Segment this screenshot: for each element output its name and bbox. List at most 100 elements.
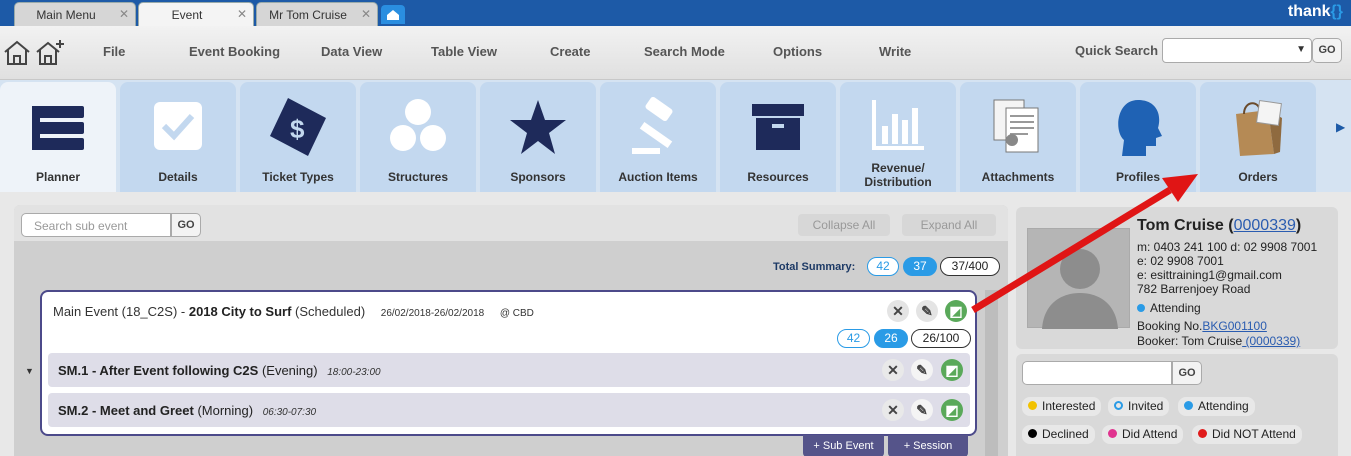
main-event-dates: 26/02/2018-26/02/2018 (380, 308, 485, 319)
add-sub-event-button[interactable]: + Sub Event (803, 435, 884, 456)
menu-create[interactable]: Create (550, 44, 590, 59)
open-icon[interactable]: ◩ (941, 399, 963, 421)
menu-options[interactable]: Options (773, 44, 822, 59)
filter-interested[interactable]: Interested (1022, 397, 1102, 416)
delete-icon[interactable]: ✕ (887, 300, 909, 322)
ribbon-label-line1: Revenue/ (871, 161, 925, 175)
status-dot-icon (1184, 401, 1193, 410)
expand-caret-icon[interactable]: ▼ (25, 366, 34, 376)
menu-table-view[interactable]: Table View (431, 44, 497, 59)
main-event-title[interactable]: Main Event (18_C2S) - 2018 City to Surf … (53, 304, 534, 319)
status-dot-icon (1108, 429, 1117, 438)
sub-event-search-input[interactable]: Search sub event (21, 213, 171, 237)
edit-pencil-icon[interactable]: ✎ (916, 300, 938, 322)
home-tab[interactable] (381, 5, 405, 24)
ribbon-sponsors[interactable]: Sponsors (480, 82, 596, 192)
ribbon-planner[interactable]: Planner (0, 82, 116, 192)
edit-pencil-icon[interactable]: ✎ (911, 359, 933, 381)
scrollbar[interactable] (985, 290, 998, 456)
close-icon[interactable]: ✕ (119, 7, 129, 21)
ribbon-revenue-distribution[interactable]: Revenue/Distribution (840, 82, 956, 192)
filter-attending[interactable]: Attending (1178, 397, 1255, 416)
ribbon-orders[interactable]: Orders (1200, 82, 1316, 192)
tab-event[interactable]: Event ✕ (138, 2, 254, 26)
ribbon-auction-items[interactable]: Auction Items (600, 82, 716, 192)
sub-event-name: After Event following C2S (99, 363, 259, 378)
main-event-status: (Scheduled) (291, 304, 366, 319)
chip-label: Interested (1042, 399, 1096, 413)
filter-did-attend[interactable]: Did Attend (1102, 425, 1184, 444)
profile-address: 782 Barrenjoey Road (1137, 282, 1251, 296)
delete-icon[interactable]: ✕ (882, 359, 904, 381)
profile-panel: Tom Cruise (0000339) m: 0403 241 100 d: … (1016, 207, 1338, 349)
sub-event-row[interactable]: SM.2 - Meet and Greet (Morning) 06:30-07… (48, 393, 970, 427)
filter-go-button[interactable]: GO (1172, 361, 1202, 385)
filter-search-input[interactable] (1022, 361, 1172, 385)
home-icon[interactable] (2, 38, 32, 66)
ribbon-label: Auction Items (618, 170, 698, 184)
profile-id-link[interactable]: 0000339 (1234, 217, 1296, 234)
ribbon-label: Planner (35, 170, 80, 184)
menu-search-mode[interactable]: Search Mode (644, 44, 725, 59)
ribbon-label-line2: Distribution (864, 175, 932, 189)
sub-event-time: 18:00-23:00 (327, 367, 381, 378)
main-event-location: @ CBD (499, 308, 534, 319)
menu-file[interactable]: File (103, 44, 125, 59)
collapse-all-button[interactable]: Collapse All (798, 214, 890, 236)
ribbon-attachments[interactable]: Attachments (960, 82, 1076, 192)
quick-search-go-button[interactable]: GO (1312, 38, 1342, 63)
status-filter-panel: GO Interested Invited Attending Declined… (1016, 354, 1338, 456)
ribbon-ticket-types[interactable]: $ Ticket Types (240, 82, 356, 192)
ribbon-label: Structures (387, 170, 449, 184)
tab-main-menu[interactable]: Main Menu ✕ (14, 2, 136, 26)
filter-did-not-attend[interactable]: Did NOT Attend (1192, 425, 1302, 444)
avatar (1027, 228, 1130, 329)
delete-icon[interactable]: ✕ (882, 399, 904, 421)
quick-search-input[interactable]: ▼ (1162, 38, 1312, 63)
edit-pencil-icon[interactable]: ✎ (911, 399, 933, 421)
chip-label: Declined (1042, 427, 1089, 441)
chevron-right-icon[interactable]: ▶ (1336, 120, 1345, 134)
status-ring-icon (1114, 401, 1123, 410)
chevron-down-icon[interactable]: ▼ (1296, 44, 1306, 55)
total-count-interested: 42 (867, 257, 899, 276)
expand-all-button[interactable]: Expand All (902, 214, 996, 236)
tab-mr-tom-cruise[interactable]: Mr Tom Cruise ✕ (256, 2, 378, 26)
chip-label: Did NOT Attend (1212, 427, 1296, 441)
menu-write[interactable]: Write (879, 44, 911, 59)
tab-label: Event (171, 8, 203, 22)
close-icon[interactable]: ✕ (237, 7, 247, 21)
profile-e-phone: e: 02 9908 7001 (1137, 254, 1224, 268)
booking-number-link[interactable]: BKG001100 (1202, 319, 1267, 333)
sub-event-search-go-button[interactable]: GO (171, 213, 201, 237)
add-home-icon[interactable] (34, 38, 66, 66)
profile-status-text: Attending (1150, 301, 1201, 315)
sub-event-row[interactable]: SM.1 - After Event following C2S (Evenin… (48, 353, 970, 387)
main-event-card: Main Event (18_C2S) - 2018 City to Surf … (40, 290, 977, 436)
ribbon-structures[interactable]: Structures (360, 82, 476, 192)
shopping-bag-icon (1236, 100, 1282, 156)
close-icon[interactable]: ✕ (361, 7, 371, 21)
profile-email: e: esittraining1@gmail.com (1137, 268, 1282, 282)
ribbon-profiles[interactable]: Profiles (1080, 82, 1196, 192)
profile-name: Tom Cruise (0000339) (1137, 217, 1302, 234)
open-icon[interactable]: ◩ (945, 300, 967, 322)
open-icon[interactable]: ◩ (941, 359, 963, 381)
filter-invited[interactable]: Invited (1108, 397, 1170, 416)
sub-event-name: Meet and Greet (99, 403, 194, 418)
ribbon-label: Ticket Types (262, 170, 334, 184)
booker: Booker: Tom Cruise (0000339) (1137, 334, 1300, 348)
ribbon-details[interactable]: Details (120, 82, 236, 192)
booker-id-link[interactable]: (0000339) (1242, 334, 1300, 348)
menu-event-booking[interactable]: Event Booking (189, 44, 280, 59)
filter-declined[interactable]: Declined (1022, 425, 1095, 444)
add-session-button[interactable]: + Session (888, 435, 968, 456)
menu-data-view[interactable]: Data View (321, 44, 382, 59)
total-capacity: 37/400 (940, 257, 1000, 276)
ribbon-label: Resources (747, 170, 809, 184)
person-silhouette-icon (1042, 249, 1118, 329)
ribbon-label: Details (158, 170, 198, 184)
profile-status: Attending (1137, 301, 1201, 315)
ribbon-resources[interactable]: Resources (720, 82, 836, 192)
home-icon (387, 10, 399, 20)
